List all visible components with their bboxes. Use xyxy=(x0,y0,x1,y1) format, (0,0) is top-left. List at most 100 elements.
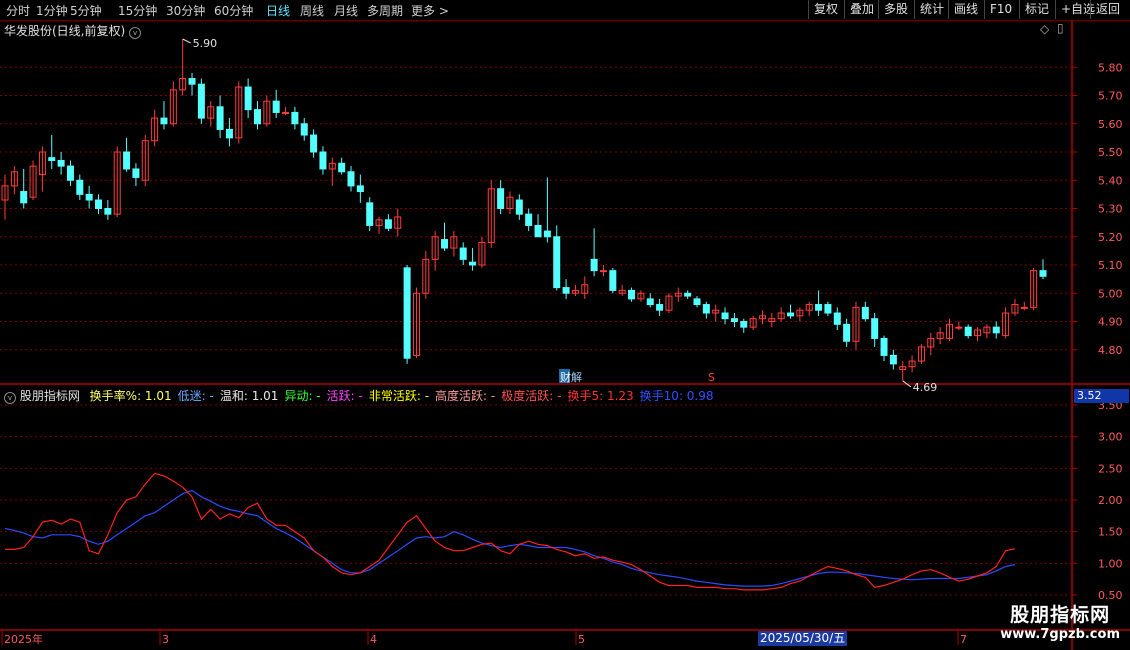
report-marker: 财 xyxy=(560,370,571,384)
candle-down xyxy=(562,287,570,294)
candle-up xyxy=(599,270,607,273)
candle-down xyxy=(104,208,112,215)
candle-down xyxy=(225,128,233,139)
candle-down xyxy=(57,159,65,167)
candle-up xyxy=(1020,306,1028,309)
candle-down xyxy=(300,123,308,136)
candle-down xyxy=(740,321,748,328)
price-axis-label: 5.70 xyxy=(1098,90,1123,103)
candle-down xyxy=(543,230,551,238)
candle-up xyxy=(282,111,290,114)
indicator-legend-2: 温和: 1.01 xyxy=(219,389,279,403)
candle-down xyxy=(197,83,205,119)
indicator-legend-0: 换手率%: 1.01 xyxy=(89,389,172,403)
price-axis-label: 4.80 xyxy=(1098,344,1123,357)
candle-down xyxy=(319,151,327,170)
indicator-legend-1: 低迷: - xyxy=(177,389,214,403)
candle-down xyxy=(787,312,795,317)
chart-canvas: 5.80 5.70 5.60 5.50 5.40 5.30 5.20 5.10 5.00 4.90… xyxy=(0,20,1130,650)
date-label: 7 xyxy=(960,633,967,646)
candle-down xyxy=(123,151,131,170)
candle-down xyxy=(366,202,374,226)
candle-down xyxy=(356,185,364,193)
candle-down xyxy=(861,306,869,320)
watermark-title: 股朋指标网 xyxy=(1010,604,1111,626)
candle-down xyxy=(702,304,710,314)
candle-down xyxy=(833,312,841,325)
candle-down xyxy=(132,168,140,178)
indicator-axis-label: 1.50 xyxy=(1098,526,1123,539)
date-label: 4 xyxy=(370,633,377,646)
indicator-legend-7: 极度活跃: - xyxy=(501,389,562,403)
candle-down xyxy=(721,312,729,320)
indicator-legend-5: 非常活跃: - xyxy=(368,389,430,403)
candle-down xyxy=(824,304,832,314)
price-axis-label: 5.40 xyxy=(1098,174,1123,187)
indicator-name[interactable]: 股朋指标网 xyxy=(20,389,80,403)
price-axis-label: 5.20 xyxy=(1098,231,1123,244)
candle-down xyxy=(459,247,467,260)
candle-down xyxy=(843,323,851,342)
date-label: 5 xyxy=(578,633,585,646)
candle-down xyxy=(253,109,261,125)
candle-down xyxy=(553,236,561,289)
candle-down xyxy=(656,304,664,311)
candle-down xyxy=(964,326,972,337)
candle-down xyxy=(338,162,346,173)
price-axis-label: 5.60 xyxy=(1098,118,1123,131)
candle-down xyxy=(20,191,28,204)
indicator-legend-9: 换手10: 0.98 xyxy=(639,389,714,403)
high-pointer xyxy=(182,38,191,44)
candle-down xyxy=(684,292,692,297)
indicator-legend-6: 高度活跃: - xyxy=(435,389,496,403)
watermark-logo: 股朋指标网 www.7gpzb.com xyxy=(1000,600,1120,642)
candle-down xyxy=(497,188,505,210)
candle-down xyxy=(291,111,299,125)
diamond-icon[interactable]: ◇ xyxy=(1040,22,1049,36)
candle-down xyxy=(216,106,224,130)
date-label: 2025年 xyxy=(4,632,43,646)
high-label: 5.90 xyxy=(193,37,218,50)
candle-down xyxy=(469,261,477,266)
cursor-date: 2025/05/30/五 xyxy=(758,631,848,646)
indicator-axis-label: 2.00 xyxy=(1098,494,1123,507)
low-label: 4.69 xyxy=(913,381,938,394)
candle-down xyxy=(403,267,411,359)
candle-down xyxy=(730,318,738,322)
watermark-url: www.7gpzb.com xyxy=(1000,627,1120,642)
candle-down xyxy=(871,318,879,339)
chevron-down-icon[interactable]: v xyxy=(4,392,16,404)
candle-down xyxy=(628,289,636,300)
indicator-axis-label: 3.00 xyxy=(1098,431,1123,444)
indicator-axis-label: 2.50 xyxy=(1098,462,1123,475)
candle-down xyxy=(1039,270,1047,277)
candle-down xyxy=(693,298,701,306)
candle-down xyxy=(815,304,823,311)
candle-down xyxy=(244,86,252,111)
candle-down xyxy=(534,224,542,238)
candle-down xyxy=(347,171,355,187)
indicator-header: v 股朋指标网 换手率%: 1.01 低迷: - 温和: 1.01 异动: - 活跃: … xyxy=(4,387,714,404)
price-axis-label: 5.10 xyxy=(1098,259,1123,272)
price-axis-label: 4.90 xyxy=(1098,316,1123,329)
candle-down xyxy=(646,298,654,306)
candle-down xyxy=(590,258,598,272)
candle-down xyxy=(609,270,617,291)
candle-down xyxy=(160,117,168,125)
candle-down xyxy=(66,165,74,181)
s-marker: S xyxy=(708,371,715,384)
indicator-axis-label: 1.00 xyxy=(1098,557,1123,570)
price-axis-label: 5.50 xyxy=(1098,146,1123,159)
candle-up xyxy=(955,326,963,329)
candle-down xyxy=(880,337,888,356)
chevron-down-icon[interactable]: v xyxy=(129,27,142,39)
unlock-marker: 解 xyxy=(571,370,582,384)
candle-down xyxy=(85,193,93,201)
candle-down xyxy=(188,78,196,85)
candle-down xyxy=(441,239,449,249)
indicator-legend-4: 活跃: - xyxy=(326,389,363,403)
candle-down xyxy=(76,179,84,195)
candle-down xyxy=(992,326,1000,334)
candle-down xyxy=(272,100,280,113)
window-icon[interactable]: ▯ xyxy=(1057,21,1064,35)
